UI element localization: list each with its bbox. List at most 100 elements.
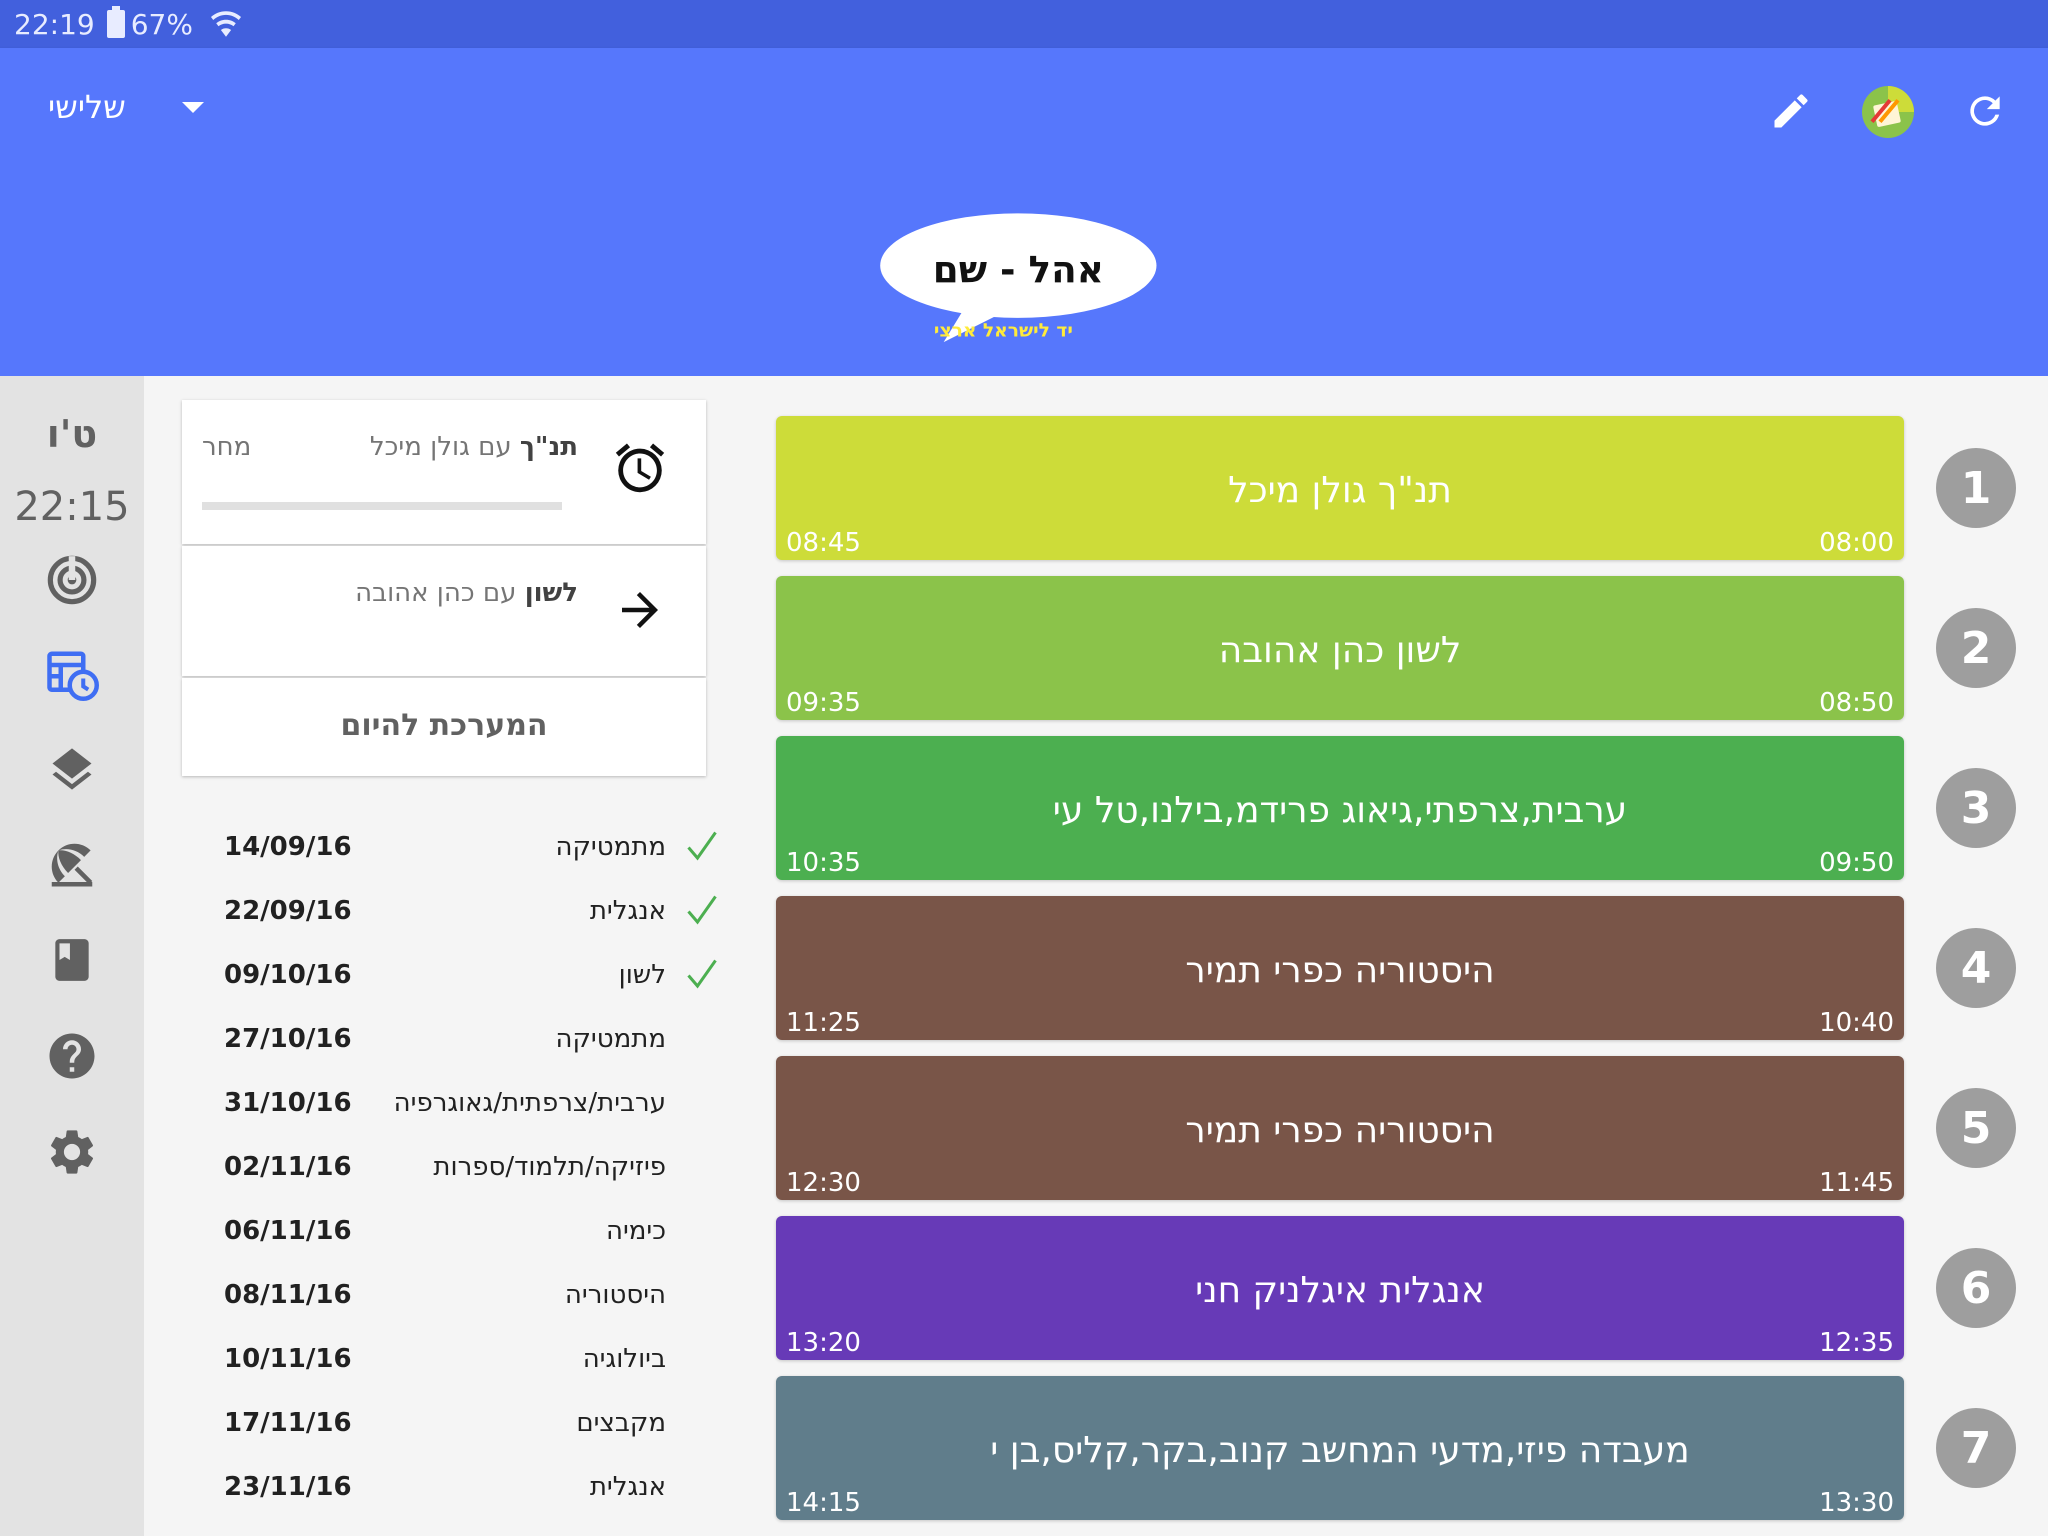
lesson-end-time: 11:25 xyxy=(786,1008,861,1038)
chevron-down-icon xyxy=(181,101,204,113)
logo-text: אהל - שם xyxy=(933,247,1104,291)
exam-date: 22/09/16 xyxy=(224,896,352,926)
lesson-card[interactable]: היסטוריה כפרי תמיר 10:40 11:25 xyxy=(776,896,1904,1040)
exam-row: אנגלית 23/11/16 xyxy=(200,1462,720,1526)
lesson-start-time: 13:30 xyxy=(1819,1488,1894,1518)
lesson-number-badge: 3 xyxy=(1936,768,2016,848)
exam-row: מתמטיקה 27/10/16 xyxy=(200,1014,720,1078)
lesson-number-badge: 2 xyxy=(1936,608,2016,688)
planner-icon[interactable] xyxy=(1860,84,1916,140)
exam-row: מתמטיקה 14/09/16 xyxy=(200,822,720,886)
exam-row: ביולוגיה 10/11/16 xyxy=(200,1334,720,1398)
following-lesson-card[interactable]: לשון עם כהן אהובה xyxy=(182,546,706,676)
day-dropdown-label: שלישי xyxy=(48,88,126,126)
today-schedule-label: המערכת להיום xyxy=(340,708,548,743)
battery-icon xyxy=(106,6,125,38)
following-lesson-text: לשון עם כהן אהובה xyxy=(355,578,578,608)
lesson-start-time: 11:45 xyxy=(1819,1168,1894,1198)
exam-subject: אנגלית xyxy=(589,1472,666,1502)
exam-date: 08/11/16 xyxy=(224,1280,352,1310)
dashboard-icon[interactable] xyxy=(44,552,100,608)
next-lesson-progress xyxy=(202,502,562,510)
lesson-card[interactable]: אנגלית איגלניק חני 12:35 13:20 xyxy=(776,1216,1904,1360)
lesson-card[interactable]: מעבדה פיזי,מדעי המחשב קנוב,בקר,קליס,בן י… xyxy=(776,1376,1904,1520)
exam-date: 06/11/16 xyxy=(224,1216,352,1246)
next-lesson-teacher: עם גולן מיכל xyxy=(369,432,512,462)
today-schedule-button[interactable]: המערכת להיום xyxy=(182,678,706,776)
school-logo: אהל - שם יד לישראל ארצי xyxy=(880,213,1157,343)
battery-level: 67% xyxy=(130,7,193,41)
exam-date: 31/10/16 xyxy=(224,1088,352,1118)
lesson-card[interactable]: היסטוריה כפרי תמיר 11:45 12:30 xyxy=(776,1056,1904,1200)
navigation-rail: ט'ו 22:15 xyxy=(0,376,144,1536)
book-icon[interactable] xyxy=(44,932,100,988)
day-dropdown[interactable]: שלישי xyxy=(48,88,204,126)
exam-subject: מתמטיקה xyxy=(555,832,666,862)
logo-slogan: יד לישראל ארצי xyxy=(934,321,1073,342)
exam-subject: פיזיקה/תלמוד/ספרות xyxy=(433,1152,666,1182)
arrow-forward-icon xyxy=(610,580,670,640)
lesson-number-badge: 1 xyxy=(1936,448,2016,528)
following-lesson-teacher: עם כהן אהובה xyxy=(355,578,517,608)
check-icon xyxy=(687,959,717,989)
lesson-title: אנגלית איגלניק חני xyxy=(1195,1270,1485,1311)
check-icon xyxy=(687,895,717,925)
exam-subject: אנגלית xyxy=(589,896,666,926)
exam-row: ערבית/צרפתית/גאוגרפיה 31/10/16 xyxy=(200,1078,720,1142)
lesson-start-time: 08:00 xyxy=(1819,528,1894,558)
exam-date: 10/11/16 xyxy=(224,1344,352,1374)
lesson-end-time: 14:15 xyxy=(786,1488,861,1518)
exam-date: 17/11/16 xyxy=(224,1408,352,1438)
next-lesson-text: תנ"ך עם גולן מיכל xyxy=(370,432,578,462)
help-icon[interactable] xyxy=(44,1028,100,1084)
exam-subject: לשון xyxy=(618,960,666,990)
vacation-icon[interactable] xyxy=(44,836,100,892)
exam-subject: היסטוריה xyxy=(564,1280,666,1310)
exam-date: 09/10/16 xyxy=(224,960,352,990)
school-banner: אהל - שם יד לישראל ארצי xyxy=(0,174,2048,376)
lesson-title: מעבדה פיזי,מדעי המחשב קנוב,בקר,קליס,בן י xyxy=(990,1430,1690,1471)
wifi-icon xyxy=(210,11,241,37)
lesson-start-time: 08:50 xyxy=(1819,688,1894,718)
exam-subject: כימיה xyxy=(605,1216,666,1246)
exam-row: פיזיקה/תלמוד/ספרות 02/11/16 xyxy=(200,1142,720,1206)
next-lesson-card[interactable]: תנ"ך עם גולן מיכל מחר xyxy=(182,400,706,544)
lesson-end-time: 10:35 xyxy=(786,848,861,878)
settings-icon[interactable] xyxy=(44,1124,100,1180)
refresh-icon[interactable] xyxy=(1960,86,2010,136)
edit-icon[interactable] xyxy=(1766,86,1816,136)
exam-date: 27/10/16 xyxy=(224,1024,352,1054)
exam-row: כימיה 06/11/16 xyxy=(200,1206,720,1270)
lesson-card[interactable]: תנ"ך גולן מיכל 08:00 08:45 xyxy=(776,416,1904,560)
status-bar: 22:19 67% xyxy=(0,0,2048,48)
status-time: 22:19 xyxy=(14,7,95,41)
check-icon xyxy=(687,831,717,861)
lesson-number-badge: 5 xyxy=(1936,1088,2016,1168)
lesson-end-time: 13:20 xyxy=(786,1328,861,1358)
lesson-start-time: 10:40 xyxy=(1819,1008,1894,1038)
exam-date: 23/11/16 xyxy=(224,1472,352,1502)
next-lesson-subject: תנ"ך xyxy=(519,432,578,462)
lesson-title: היסטוריה כפרי תמיר xyxy=(1185,950,1495,991)
exam-subject: ערבית/צרפתית/גאוגרפיה xyxy=(393,1088,666,1118)
lesson-number-badge: 4 xyxy=(1936,928,2016,1008)
lesson-start-time: 12:35 xyxy=(1819,1328,1894,1358)
lesson-title: לשון כהן אהובה xyxy=(1218,630,1462,671)
next-lesson-when: מחר xyxy=(202,432,252,462)
exam-subject: מקבצים xyxy=(576,1408,666,1438)
schedule-icon[interactable] xyxy=(44,646,100,702)
app-bar: שלישי xyxy=(0,48,2048,174)
lesson-card[interactable]: ערבית,צרפתי,גיאוג פרידמ,בילנו,טל עי 09:50… xyxy=(776,736,1904,880)
exam-date: 14/09/16 xyxy=(224,832,352,862)
lesson-start-time: 09:50 xyxy=(1819,848,1894,878)
exam-row: לשון 09/10/16 xyxy=(200,950,720,1014)
alarm-clock-icon xyxy=(610,438,670,498)
lesson-end-time: 09:35 xyxy=(786,688,861,718)
lesson-title: ערבית,צרפתי,גיאוג פרידמ,בילנו,טל עי xyxy=(1052,790,1628,831)
layers-icon[interactable] xyxy=(44,742,100,798)
lesson-number-badge: 7 xyxy=(1936,1408,2016,1488)
exam-subject: מתמטיקה xyxy=(555,1024,666,1054)
lesson-card[interactable]: לשון כהן אהובה 08:50 09:35 xyxy=(776,576,1904,720)
rail-clock: 22:15 xyxy=(14,484,130,530)
exam-subject: ביולוגיה xyxy=(582,1344,666,1374)
